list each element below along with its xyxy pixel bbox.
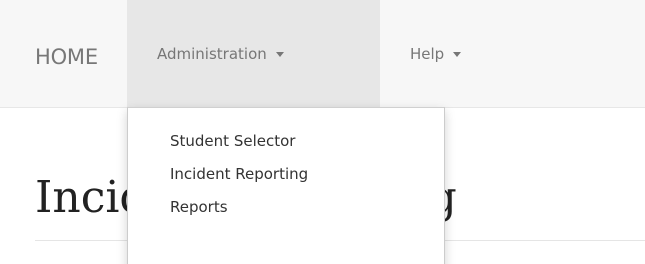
menu-item-reports[interactable]: Reports bbox=[128, 191, 444, 224]
administration-dropdown-menu: Student Selector Incident Reporting Repo… bbox=[127, 107, 445, 264]
nav-administration-label: Administration bbox=[157, 44, 267, 63]
nav-administration-dropdown[interactable]: Administration bbox=[127, 0, 380, 107]
menu-item-incident-reporting[interactable]: Incident Reporting bbox=[128, 158, 444, 191]
top-navbar: HOME Administration Help bbox=[0, 0, 645, 108]
caret-down-icon bbox=[453, 52, 462, 57]
caret-down-icon bbox=[275, 52, 284, 57]
home-link[interactable]: HOME bbox=[35, 40, 127, 74]
menu-item-student-selector[interactable]: Student Selector bbox=[128, 125, 444, 158]
nav-help-dropdown[interactable]: Help bbox=[380, 0, 462, 107]
nav-help-label: Help bbox=[410, 44, 445, 63]
